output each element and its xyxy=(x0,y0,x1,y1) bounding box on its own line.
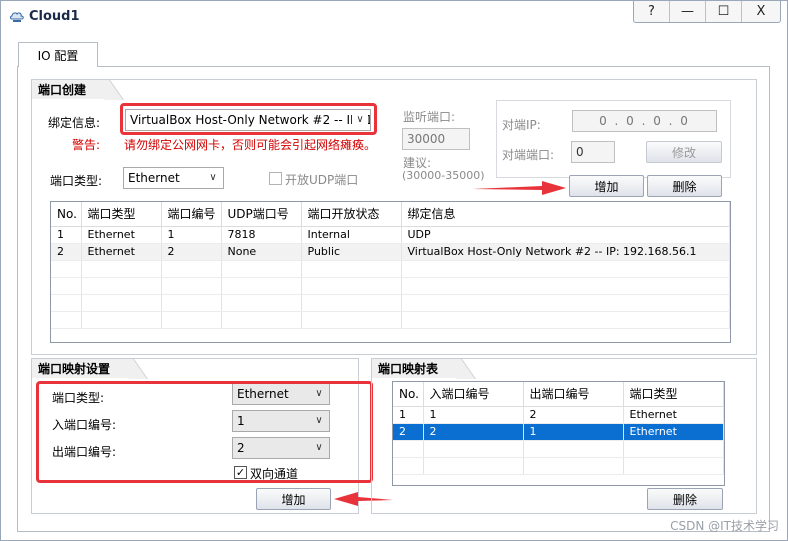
table-row[interactable]: 2 2 1 Ethernet xyxy=(393,423,724,441)
mapping-table[interactable]: No. 入端口编号 出端口编号 端口类型 1 1 2 Ethernet 2 2 … xyxy=(392,381,725,486)
table-cell: 1 xyxy=(523,423,624,441)
chevron-down-icon: ∨ xyxy=(352,110,368,130)
minimize-button[interactable]: — xyxy=(670,1,706,22)
port-add-button[interactable]: 增加 xyxy=(569,175,644,197)
io-config-panel: 端口创建 绑定信息: VirtualBox Host-Only Network … xyxy=(17,66,770,532)
table-cell: 2 xyxy=(161,243,222,261)
table-cell: Internal xyxy=(301,226,402,244)
warning-text: 请勿绑定公网网卡，否则可能会引起网络瘫痪。 xyxy=(124,138,377,152)
bidirectional-label: 双向通道 xyxy=(250,467,299,481)
map-port-type-value: Ethernet xyxy=(237,387,289,401)
bind-info-select[interactable]: VirtualBox Host-Only Network #2 -- IP: 1… xyxy=(125,109,371,131)
in-port-value: 1 xyxy=(237,414,245,428)
table-row[interactable]: 2 Ethernet 2 None Public VirtualBox Host… xyxy=(51,243,730,261)
table-cell: 1 xyxy=(393,406,424,424)
table-cell: VirtualBox Host-Only Network #2 -- IP: 1… xyxy=(401,243,730,261)
port-type-select[interactable]: Ethernet ∨ xyxy=(123,167,224,189)
table-cell: None xyxy=(221,243,302,261)
table-row xyxy=(51,311,730,329)
maximize-button[interactable]: ☐ xyxy=(706,1,742,22)
port-table-header[interactable]: 端口编号 xyxy=(161,202,222,227)
mapping-table-title: 端口映射表 xyxy=(371,358,461,378)
table-row xyxy=(51,294,730,312)
mapping-add-button[interactable]: 增加 xyxy=(256,488,331,510)
bind-info-value: VirtualBox Host-Only Network #2 -- IP: 1… xyxy=(130,113,370,127)
bidirectional-checkbox[interactable]: ✓ xyxy=(234,466,247,479)
chevron-down-icon: ∨ xyxy=(205,168,221,188)
table-cell: Ethernet xyxy=(81,226,162,244)
map-port-type-select[interactable]: Ethernet ∨ xyxy=(232,383,330,405)
table-cell: 1 xyxy=(161,226,222,244)
peer-port-label: 对端端口: xyxy=(502,148,555,162)
window-title: Cloud1 xyxy=(29,9,80,24)
chevron-down-icon: ∨ xyxy=(311,411,327,431)
table-cell: 1 xyxy=(51,226,82,244)
port-delete-button[interactable]: 删除 xyxy=(647,175,722,197)
port-table[interactable]: No. 端口类型 端口编号 UDP端口号 端口开放状态 绑定信息 1 Ether… xyxy=(50,201,731,343)
table-cell: 2 xyxy=(423,423,524,441)
chevron-down-icon: ∨ xyxy=(311,438,327,458)
tab-io-config[interactable]: IO 配置 xyxy=(18,42,98,67)
port-create-title: 端口创建 xyxy=(31,79,109,99)
table-cell: 2 xyxy=(523,406,624,424)
listen-port-label: 监听端口: xyxy=(403,110,456,124)
warning-label: 警告: xyxy=(72,138,101,152)
mapping-delete-button[interactable]: 删除 xyxy=(647,488,723,510)
in-port-label: 入端口编号: xyxy=(52,418,117,432)
window-controls: ? — ☐ X xyxy=(633,1,781,23)
chevron-down-icon: ∨ xyxy=(311,384,327,404)
table-cell: 2 xyxy=(393,423,424,441)
table-row xyxy=(393,457,724,475)
table-row[interactable]: 1 1 2 Ethernet xyxy=(393,406,724,424)
mapping-settings-group: 端口映射设置 端口类型: Ethernet ∨ 入端口编号: 1 ∨ 出端口编号… xyxy=(31,358,393,514)
mapping-table-header[interactable]: No. xyxy=(393,382,424,407)
table-cell: 7818 xyxy=(221,226,302,244)
help-button[interactable]: ? xyxy=(634,1,670,22)
cloud-config-window: Cloud1 ? — ☐ X IO 配置 端口创建 绑定信息: VirtualB… xyxy=(0,0,788,541)
arrow-to-add-icon xyxy=(472,181,566,195)
table-row xyxy=(51,260,730,278)
table-row xyxy=(51,277,730,295)
table-cell: Public xyxy=(301,243,402,261)
mapping-table-group: 端口映射表 No. 入端口编号 出端口编号 端口类型 1 1 2 Etherne… xyxy=(371,358,757,514)
modify-button[interactable]: 修改 xyxy=(646,141,722,163)
watermark: CSDN @IT技术学习 xyxy=(670,519,779,533)
cloud-device-icon xyxy=(10,12,24,22)
table-cell: Ethernet xyxy=(623,423,724,441)
open-udp-label: 开放UDP端口 xyxy=(285,173,359,187)
out-port-value: 2 xyxy=(237,441,245,455)
port-type-label: 端口类型: xyxy=(50,174,103,188)
close-button[interactable]: X xyxy=(742,1,780,22)
port-table-header[interactable]: UDP端口号 xyxy=(221,202,302,227)
map-port-type-label: 端口类型: xyxy=(52,391,105,405)
table-cell: Ethernet xyxy=(81,243,162,261)
port-table-header[interactable]: No. xyxy=(51,202,82,227)
peer-port-input[interactable]: 0 xyxy=(571,141,615,163)
mapping-table-header[interactable]: 出端口编号 xyxy=(523,382,624,407)
title-bar[interactable]: Cloud1 ? — ☐ X xyxy=(1,1,787,31)
table-row xyxy=(393,440,724,458)
table-cell: Ethernet xyxy=(623,406,724,424)
mapping-settings-title: 端口映射设置 xyxy=(31,358,133,378)
port-type-value: Ethernet xyxy=(128,171,180,185)
mapping-table-header[interactable]: 入端口编号 xyxy=(423,382,524,407)
port-table-header[interactable]: 端口类型 xyxy=(81,202,162,227)
peer-ip-input[interactable]: 0 . 0 . 0 . 0 xyxy=(572,110,717,132)
bind-info-label: 绑定信息: xyxy=(48,116,101,130)
mapping-table-header[interactable]: 端口类型 xyxy=(623,382,724,407)
in-port-select[interactable]: 1 ∨ xyxy=(232,410,330,432)
port-create-group: 端口创建 绑定信息: VirtualBox Host-Only Network … xyxy=(31,79,757,355)
listen-port-input[interactable]: 30000 xyxy=(402,128,470,150)
out-port-label: 出端口编号: xyxy=(52,445,117,459)
table-cell: UDP xyxy=(401,226,730,244)
port-table-header[interactable]: 端口开放状态 xyxy=(301,202,402,227)
table-cell: 2 xyxy=(51,243,82,261)
open-udp-checkbox[interactable] xyxy=(269,172,282,185)
peer-ip-label: 对端IP: xyxy=(502,118,541,132)
table-row[interactable]: 1 Ethernet 1 7818 Internal UDP xyxy=(51,226,730,244)
out-port-select[interactable]: 2 ∨ xyxy=(232,437,330,459)
table-cell: 1 xyxy=(423,406,524,424)
port-table-header[interactable]: 绑定信息 xyxy=(401,202,730,227)
